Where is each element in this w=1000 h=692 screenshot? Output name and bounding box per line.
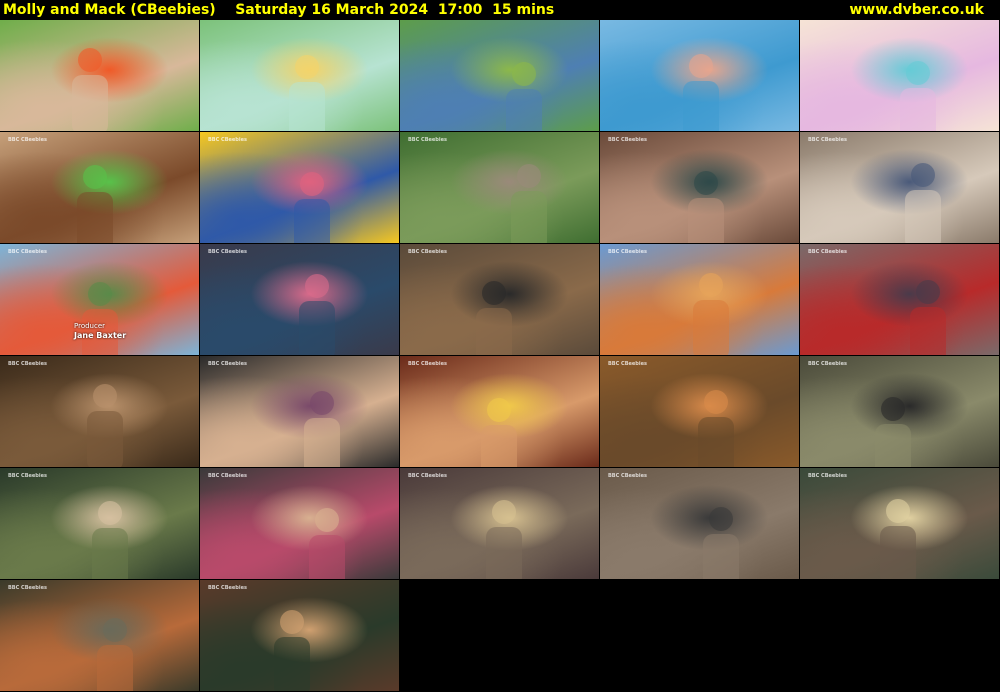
- thumbnail-16[interactable]: BBC CBeebies: [0, 356, 199, 467]
- thumbnail-7[interactable]: BBC CBeebies: [200, 132, 399, 243]
- channel-logo: BBC CBeebies: [608, 249, 647, 255]
- thumbnail-17[interactable]: BBC CBeebies: [200, 356, 399, 467]
- channel-logo: BBC CBeebies: [8, 249, 47, 255]
- thumbnail-5[interactable]: [800, 20, 999, 131]
- channel-logo: BBC CBeebies: [208, 137, 247, 143]
- scene-figure-icon: [875, 397, 911, 467]
- thumbnail-4[interactable]: [600, 20, 799, 131]
- thumbnail-19[interactable]: BBC CBeebies: [600, 356, 799, 467]
- scene-figure-icon: [309, 508, 345, 579]
- channel-logo: BBC CBeebies: [8, 361, 47, 367]
- scene-figure-icon: [304, 391, 340, 467]
- channel-logo: BBC CBeebies: [408, 249, 447, 255]
- thumbnail-27[interactable]: BBC CBeebies: [200, 580, 399, 691]
- scene-figure-icon: [693, 273, 729, 355]
- thumbnail-14[interactable]: BBC CBeebies: [600, 244, 799, 355]
- scene-figure-icon: [905, 163, 941, 243]
- credit-role: Producer: [74, 322, 106, 330]
- scene-figure-icon: [274, 610, 310, 691]
- thumbnail-15[interactable]: BBC CBeebies: [800, 244, 999, 355]
- thumbnail-3[interactable]: [400, 20, 599, 131]
- scene-figure-icon: [486, 500, 522, 579]
- thumbnail-6[interactable]: BBC CBeebies: [0, 132, 199, 243]
- channel-logo: BBC CBeebies: [208, 361, 247, 367]
- thumbnail-24[interactable]: BBC CBeebies: [600, 468, 799, 579]
- programme-title: Molly and Mack (CBeebies) Saturday 16 Ma…: [3, 2, 555, 18]
- channel-logo: BBC CBeebies: [408, 137, 447, 143]
- scene-figure-icon: [294, 172, 330, 243]
- channel-logo: BBC CBeebies: [408, 473, 447, 479]
- thumbnail-18[interactable]: BBC CBeebies: [400, 356, 599, 467]
- scene-figure-icon: [910, 280, 946, 355]
- scene-figure-icon: [703, 507, 739, 579]
- thumbnail-11[interactable]: BBC CBeebies Producer Jane Baxter: [0, 244, 199, 355]
- channel-logo: BBC CBeebies: [208, 249, 247, 255]
- thumbnail-1[interactable]: [0, 20, 199, 131]
- scene-figure-icon: [698, 390, 734, 467]
- channel-logo: BBC CBeebies: [8, 473, 47, 479]
- scene-figure-icon: [92, 501, 128, 579]
- scene-figure-icon: [511, 164, 547, 243]
- channel-logo: BBC CBeebies: [808, 361, 847, 367]
- channel-logo: BBC CBeebies: [208, 585, 247, 591]
- channel-logo: BBC CBeebies: [8, 585, 47, 591]
- channel-logo: BBC CBeebies: [808, 249, 847, 255]
- scene-figure-icon: [87, 384, 123, 467]
- header-bar: Molly and Mack (CBeebies) Saturday 16 Ma…: [0, 0, 1000, 20]
- scene-figure-icon: [476, 281, 512, 355]
- credit-name: Jane Baxter: [74, 331, 127, 340]
- scene-figure-icon: [289, 55, 325, 131]
- scene-figure-icon: [481, 398, 517, 467]
- thumbnail-8[interactable]: BBC CBeebies: [400, 132, 599, 243]
- scene-figure-icon: [900, 61, 936, 131]
- thumbnail-2[interactable]: [200, 20, 399, 131]
- credit-caption: Producer Jane Baxter: [74, 322, 126, 341]
- thumbnail-grid: BBC CBeebies BBC CBeebies BBC CBeebies BBC …: [0, 20, 1000, 692]
- site-url[interactable]: www.dvber.co.uk: [849, 0, 984, 20]
- scene-figure-icon: [506, 62, 542, 131]
- thumbnail-21[interactable]: BBC CBeebies: [0, 468, 199, 579]
- scene-figure-icon: [688, 171, 724, 243]
- scene-figure-icon: [72, 48, 108, 131]
- channel-logo: BBC CBeebies: [608, 361, 647, 367]
- channel-logo: BBC CBeebies: [808, 137, 847, 143]
- channel-logo: BBC CBeebies: [808, 473, 847, 479]
- thumbnail-22[interactable]: BBC CBeebies: [200, 468, 399, 579]
- scene-figure-icon: [97, 618, 133, 691]
- channel-logo: BBC CBeebies: [608, 137, 647, 143]
- thumbnail-9[interactable]: BBC CBeebies: [600, 132, 799, 243]
- scene-figure-icon: [77, 165, 113, 243]
- channel-logo: BBC CBeebies: [608, 473, 647, 479]
- thumbnail-12[interactable]: BBC CBeebies: [200, 244, 399, 355]
- thumbnail-13[interactable]: BBC CBeebies: [400, 244, 599, 355]
- thumbnail-26[interactable]: BBC CBeebies: [0, 580, 199, 691]
- scene-figure-icon: [880, 499, 916, 579]
- thumbnail-23[interactable]: BBC CBeebies: [400, 468, 599, 579]
- scene-figure-icon: [299, 274, 335, 355]
- thumbnail-20[interactable]: BBC CBeebies: [800, 356, 999, 467]
- channel-logo: BBC CBeebies: [8, 137, 47, 143]
- thumbnail-10[interactable]: BBC CBeebies: [800, 132, 999, 243]
- scene-figure-icon: [683, 54, 719, 131]
- thumbnail-25[interactable]: BBC CBeebies: [800, 468, 999, 579]
- channel-logo: BBC CBeebies: [408, 361, 447, 367]
- channel-logo: BBC CBeebies: [208, 473, 247, 479]
